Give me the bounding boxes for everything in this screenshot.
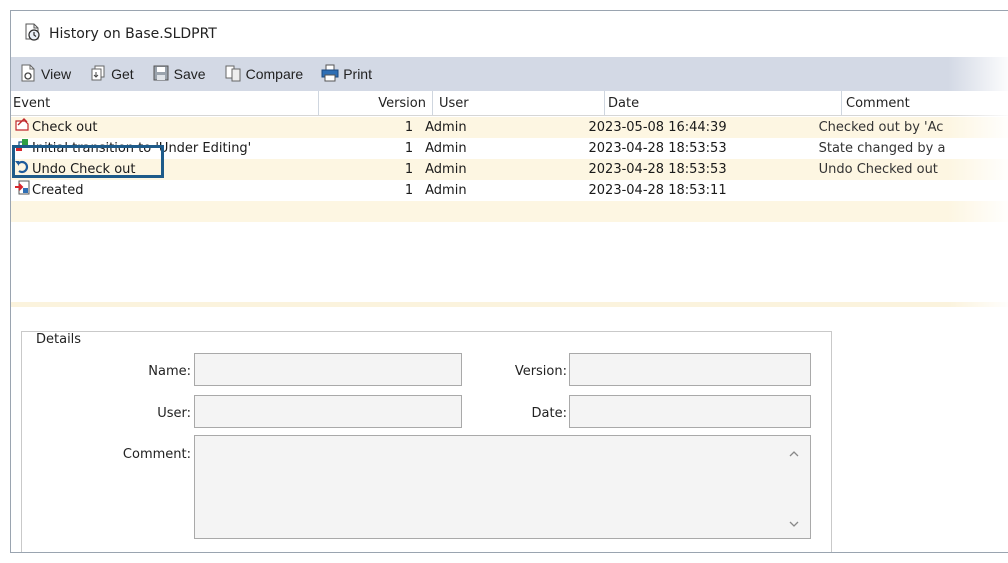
transition-icon xyxy=(14,138,30,159)
date-cell: 2023-05-08 16:44:39 xyxy=(588,120,727,135)
comment-label: Comment: xyxy=(122,447,191,462)
window-title: History on Base.SLDPRT xyxy=(49,26,217,42)
column-header-comment[interactable]: Comment xyxy=(842,91,1008,115)
user-label: User: xyxy=(157,406,191,421)
history-icon xyxy=(23,23,41,45)
date-label: Date: xyxy=(531,406,567,421)
scroll-up-icon[interactable] xyxy=(788,448,800,458)
compare-label: Compare xyxy=(245,66,304,82)
table-row[interactable]: Check out 1 Admin 2023-05-08 16:44:39 Ch… xyxy=(11,117,1008,138)
history-window: History on Base.SLDPRT View Get Save Com… xyxy=(10,10,1008,553)
history-grid-header: Event Version User Date Comment xyxy=(11,91,1008,116)
column-header-version[interactable]: Version xyxy=(319,91,433,115)
column-header-user[interactable]: User xyxy=(433,91,605,115)
column-header-date[interactable]: Date xyxy=(605,91,842,115)
column-header-event[interactable]: Event xyxy=(11,91,319,115)
get-label: Get xyxy=(111,66,134,82)
event-label: Created xyxy=(32,183,84,198)
compare-icon xyxy=(224,64,242,85)
check-out-icon xyxy=(14,117,30,138)
comment-cell: Checked out by 'Ac xyxy=(818,120,944,135)
empty-row xyxy=(11,201,1008,222)
get-icon xyxy=(89,64,107,85)
table-row[interactable]: Created 1 Admin 2023-04-28 18:53:11 xyxy=(11,180,1008,201)
event-label: Undo Check out xyxy=(32,162,136,177)
scroll-down-icon[interactable] xyxy=(788,518,800,528)
view-label: View xyxy=(41,66,72,82)
name-field[interactable] xyxy=(194,353,462,386)
version-field[interactable] xyxy=(569,353,811,386)
table-row[interactable]: Undo Check out 1 Admin 2023-04-28 18:53:… xyxy=(11,159,1008,180)
save-label: Save xyxy=(173,66,206,82)
save-button[interactable]: Save xyxy=(152,64,206,85)
comment-field[interactable] xyxy=(194,435,811,539)
user-field[interactable] xyxy=(194,395,462,428)
comment-cell: Undo Checked out xyxy=(818,162,938,177)
comment-cell: State changed by a xyxy=(818,141,946,156)
version-cell: 1 xyxy=(404,183,414,198)
undo-icon xyxy=(14,159,30,180)
pane-splitter[interactable] xyxy=(11,302,1008,307)
user-cell: Admin xyxy=(425,162,467,177)
title-bar: History on Base.SLDPRT xyxy=(11,11,1008,57)
print-button[interactable]: Print xyxy=(321,64,372,85)
toolbar: View Get Save Compare Print xyxy=(11,57,1008,91)
version-label: Version: xyxy=(514,364,567,379)
compare-button[interactable]: Compare xyxy=(224,64,304,85)
save-icon xyxy=(152,64,170,85)
version-cell: 1 xyxy=(404,162,414,177)
user-cell: Admin xyxy=(425,120,467,135)
details-legend: Details xyxy=(32,332,86,347)
history-grid-body: Check out 1 Admin 2023-05-08 16:44:39 Ch… xyxy=(11,117,1008,243)
view-button[interactable]: View xyxy=(19,64,71,85)
date-cell: 2023-04-28 18:53:11 xyxy=(588,183,727,198)
created-icon xyxy=(14,180,30,201)
user-cell: Admin xyxy=(425,183,467,198)
date-field[interactable] xyxy=(569,395,811,428)
event-label: Check out xyxy=(32,120,98,135)
user-cell: Admin xyxy=(425,141,467,156)
print-icon xyxy=(321,64,339,85)
version-cell: 1 xyxy=(404,120,414,135)
event-label: Initial transition to 'Under Editing' xyxy=(32,141,252,156)
version-cell: 1 xyxy=(404,141,414,156)
get-button[interactable]: Get xyxy=(89,64,134,85)
table-row[interactable]: Initial transition to 'Under Editing' 1 … xyxy=(11,138,1008,159)
comment-cell xyxy=(815,180,1008,201)
print-label: Print xyxy=(343,66,372,82)
date-cell: 2023-04-28 18:53:53 xyxy=(588,162,727,177)
empty-row xyxy=(11,222,1008,243)
view-icon xyxy=(19,64,37,85)
name-label: Name: xyxy=(148,364,191,379)
date-cell: 2023-04-28 18:53:53 xyxy=(588,141,727,156)
